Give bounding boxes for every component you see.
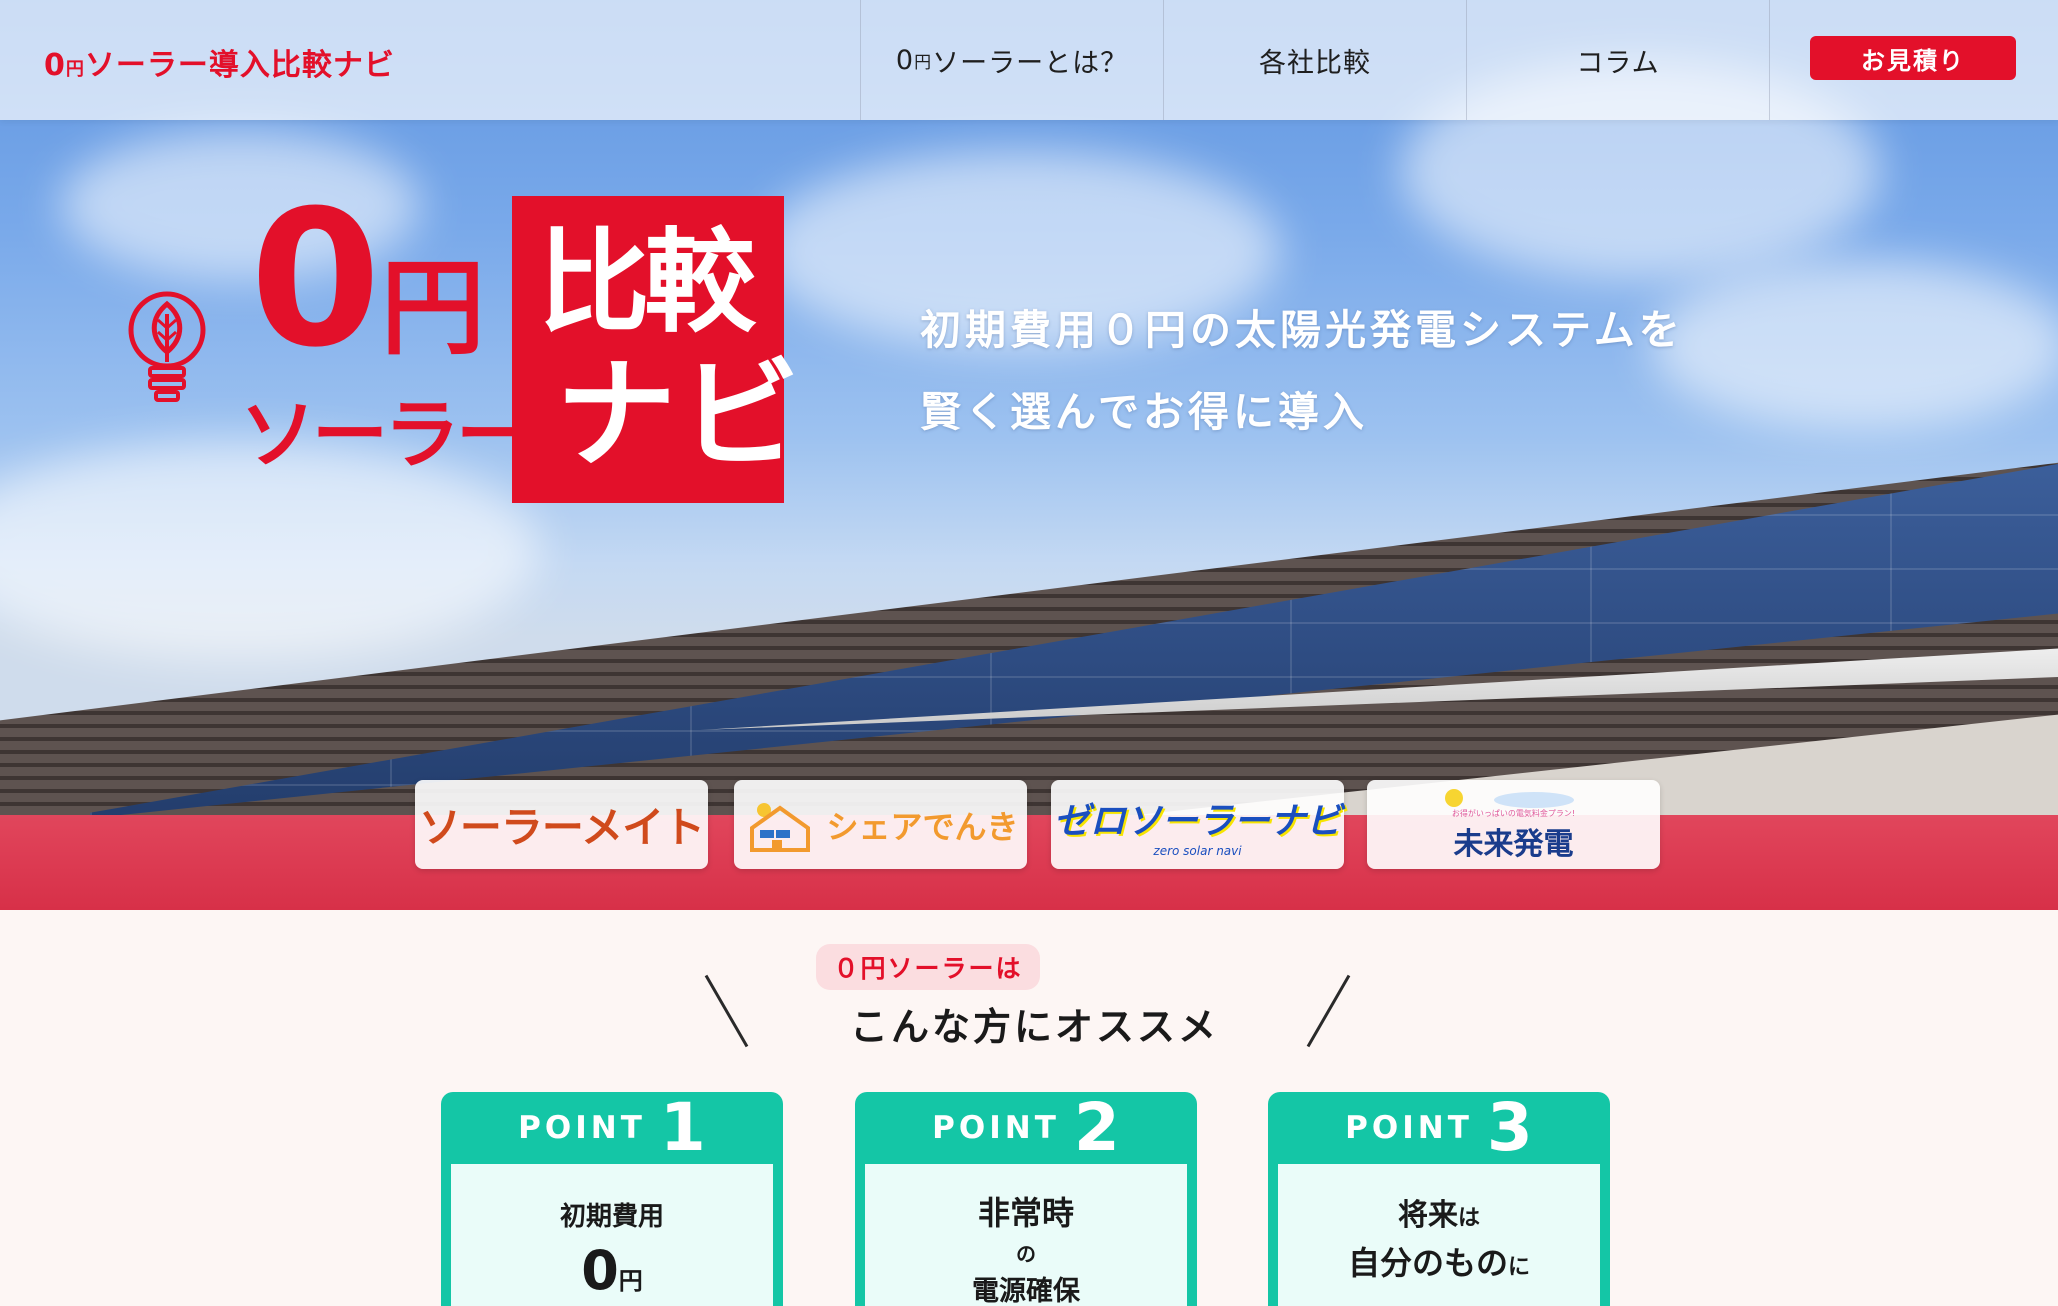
brand-mirai-hatsuden-card[interactable]: お得がいっぱいの電気料金プラン! 未来発電	[1367, 780, 1660, 869]
page: 0円ソーラー導入比較ナビ 0 円ソーラーとは？ 各社比較 コラム お見積り 0円 …	[0, 0, 2058, 1306]
hero-tagline-line2: 賢く選んでお得に導入	[920, 388, 1368, 436]
hero-logo-zero-yen: 0円	[250, 170, 485, 389]
nav-column[interactable]: コラム	[1466, 0, 1769, 120]
point-card-3-header: POINT 3	[1345, 1089, 1533, 1166]
point-card-2-header: POINT 2	[932, 1089, 1120, 1166]
point-card-3: POINT 3 将来は 自分のものに	[1268, 1092, 1610, 1306]
brand-mirai-hatsuden-sub: お得がいっぱいの電気料金プラン!	[1451, 809, 1576, 818]
hero-logo-box: 比較 ナビ	[512, 196, 800, 503]
hero-logo-solar: ソーラー	[240, 390, 532, 479]
brand-share-denki-card[interactable]: シェアでんき	[734, 780, 1027, 869]
recommend-pill: ０円ソーラーは	[816, 944, 1040, 990]
point-card-1: POINT 1 初期費用 0円	[441, 1092, 783, 1306]
brand-zero-solar-navi-sub: zero solar navi	[1153, 843, 1242, 858]
brand-share-denki-logo: シェアでんき	[826, 807, 1019, 846]
hero-logo-compare: 比較	[538, 218, 756, 348]
header-logo[interactable]: 0円ソーラー導入比較ナビ	[44, 40, 395, 83]
hero-tagline-line1: 初期費用０円の太陽光発電システムを	[920, 306, 1684, 354]
estimate-button[interactable]: お見積り	[1810, 36, 2016, 80]
lightbulb-leaf-icon	[128, 291, 206, 402]
point-card-2: POINT 2 非常時 の 電源確保	[855, 1092, 1197, 1306]
point-card-1-body: 初期費用 0円	[451, 1164, 773, 1306]
brand-solarmate-card[interactable]: ソーラーメイト	[415, 780, 708, 869]
point-card-3-body: 将来は 自分のものに	[1278, 1164, 1600, 1306]
brand-mirai-hatsuden-logo: 未来発電	[1453, 827, 1574, 862]
sun-cloud-icon	[1444, 789, 1574, 808]
hero-red-band	[0, 815, 2058, 910]
hero-logo-navi: ナビ	[556, 346, 804, 485]
brand-solarmate-logo: ソーラーメイト	[418, 803, 705, 852]
house-solar-icon	[750, 802, 811, 852]
brand-zero-solar-navi-card[interactable]: ゼロソーラーナビ zero solar navi	[1051, 780, 1344, 869]
point-card-2-body: 非常時 の 電源確保	[865, 1164, 1187, 1306]
recommend-title: こんな方にオススメ	[850, 1005, 1220, 1049]
point-card-1-header: POINT 1	[518, 1089, 706, 1166]
nav-what-is-zero-solar[interactable]: 0 円ソーラーとは？	[860, 0, 1163, 120]
brand-zero-solar-navi-logo: ゼロソーラーナビ	[1053, 800, 1342, 842]
site-header: 0円ソーラー導入比較ナビ 0 円ソーラーとは？ 各社比較 コラム お見積り	[0, 0, 2058, 120]
nav-compare-companies[interactable]: 各社比較	[1163, 0, 1466, 120]
